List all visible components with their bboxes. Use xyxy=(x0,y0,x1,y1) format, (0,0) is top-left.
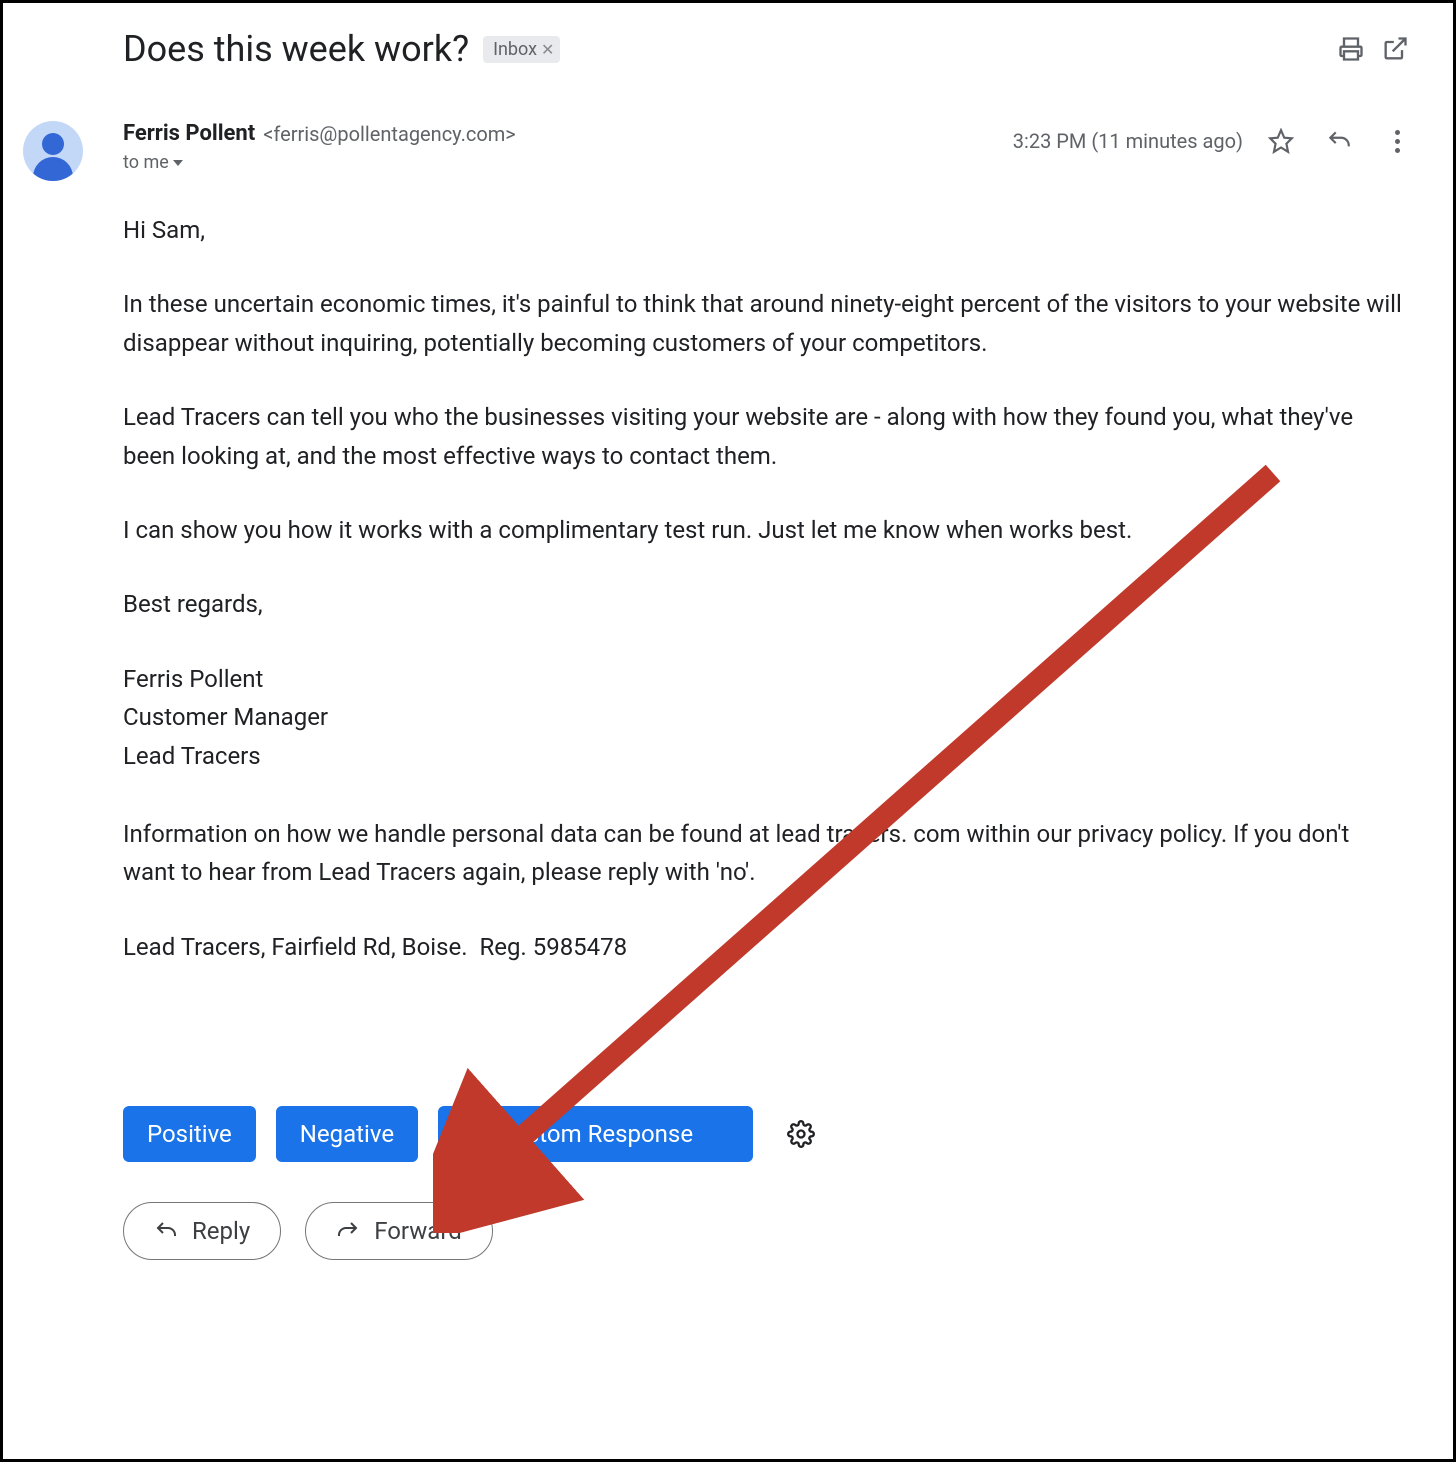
signature-title: Customer Manager xyxy=(123,698,1403,736)
inbox-label-text: Inbox xyxy=(493,39,537,60)
star-icon[interactable] xyxy=(1261,121,1301,161)
gear-icon[interactable] xyxy=(783,1116,819,1152)
sender-name: Ferris Pollent xyxy=(123,121,255,146)
sender-email: <ferris@pollentagency.com> xyxy=(263,122,516,146)
timestamp: 3:23 PM (11 minutes ago) xyxy=(1013,129,1243,153)
avatar[interactable] xyxy=(23,121,83,181)
body-address: Lead Tracers, Fairfield Rd, Boise. Reg. … xyxy=(123,928,1403,966)
reply-icon[interactable] xyxy=(1319,121,1359,161)
body-para: Lead Tracers can tell you who the busine… xyxy=(123,398,1403,475)
sender-row: Ferris Pollent <ferris@pollentagency.com… xyxy=(23,121,1417,181)
reply-button[interactable]: Reply xyxy=(123,1202,281,1260)
inbox-label-chip[interactable]: Inbox ✕ xyxy=(483,36,560,63)
positive-button[interactable]: Positive xyxy=(123,1106,256,1162)
to-recipient[interactable]: to me xyxy=(123,152,1013,173)
negative-button[interactable]: Negative xyxy=(276,1106,418,1162)
body-greeting: Hi Sam, xyxy=(123,211,1403,249)
email-body: Hi Sam, In these uncertain economic time… xyxy=(123,211,1403,966)
body-signoff: Best regards, xyxy=(123,585,1403,623)
custom-response-button[interactable]: Custom Response xyxy=(438,1106,753,1162)
open-new-window-icon[interactable] xyxy=(1373,27,1417,71)
chevron-down-icon xyxy=(173,160,183,166)
print-icon[interactable] xyxy=(1329,27,1373,71)
more-icon[interactable] xyxy=(1377,121,1417,161)
forward-button[interactable]: Forward xyxy=(305,1202,493,1260)
reply-label: Reply xyxy=(192,1217,250,1245)
body-para: I can show you how it works with a compl… xyxy=(123,511,1403,549)
body-footer: Information on how we handle personal da… xyxy=(123,815,1403,892)
forward-label: Forward xyxy=(374,1217,462,1245)
signature-name: Ferris Pollent xyxy=(123,660,1403,698)
email-subject: Does this week work? xyxy=(123,28,469,70)
body-para: In these uncertain economic times, it's … xyxy=(123,285,1403,362)
email-view: Does this week work? Inbox ✕ Ferris Poll… xyxy=(0,0,1456,1462)
remove-label-icon[interactable]: ✕ xyxy=(541,40,554,59)
signature-company: Lead Tracers xyxy=(123,737,1403,775)
response-actions: Positive Negative Custom Response xyxy=(123,1106,1417,1162)
email-header: Does this week work? Inbox ✕ xyxy=(23,27,1417,71)
reply-forward-row: Reply Forward xyxy=(123,1202,1417,1260)
to-text: to me xyxy=(123,152,169,173)
